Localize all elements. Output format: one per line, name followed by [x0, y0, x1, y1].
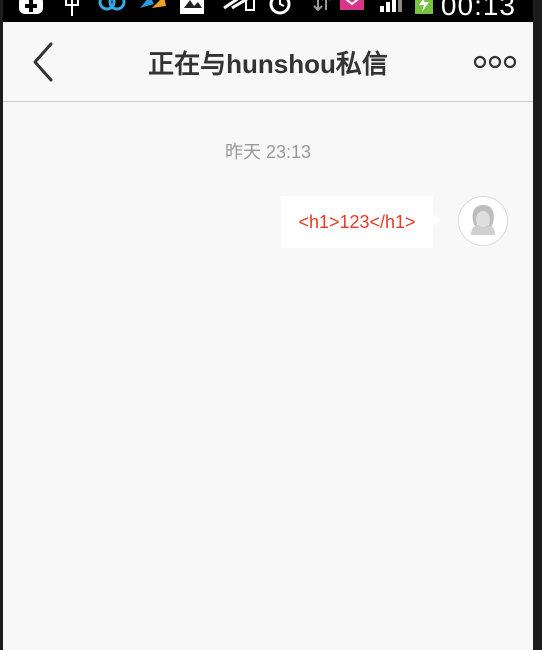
- user-avatar-icon: [459, 197, 507, 245]
- message-timestamp: 昨天 23:13: [224, 142, 312, 162]
- alarm-icon: [266, 0, 294, 16]
- more-dots-icon: [473, 55, 517, 69]
- app-icon: [138, 0, 168, 16]
- signal-off-icon: [222, 0, 256, 16]
- message-bubble[interactable]: <h1>123</h1>: [281, 196, 433, 248]
- avatar[interactable]: [458, 196, 508, 246]
- photo-icon: [178, 0, 206, 16]
- sync-icon: [96, 0, 128, 16]
- mail-icon: [340, 0, 364, 16]
- battery-charging-icon: [412, 0, 436, 16]
- cell-signal-icon: [378, 0, 406, 16]
- transfer-icon: [312, 0, 332, 16]
- usb-icon: [62, 0, 82, 16]
- status-bar: 00:13: [0, 0, 542, 22]
- plus-notification-icon: [16, 0, 46, 16]
- more-options-button[interactable]: [473, 52, 517, 72]
- page-title: 正在与hunshou私信: [148, 49, 388, 79]
- screen: 00:13 正在与hunshou私信 昨天 23:13 <h1>123</h1>: [0, 0, 542, 650]
- chat-screen: 正在与hunshou私信 昨天 23:13 <h1>123</h1>: [3, 22, 533, 650]
- status-time: 00:13: [440, 0, 516, 21]
- frame-edge-right: [533, 0, 542, 650]
- bubble-tail: [433, 214, 441, 226]
- title-bar: 正在与hunshou私信: [3, 22, 533, 102]
